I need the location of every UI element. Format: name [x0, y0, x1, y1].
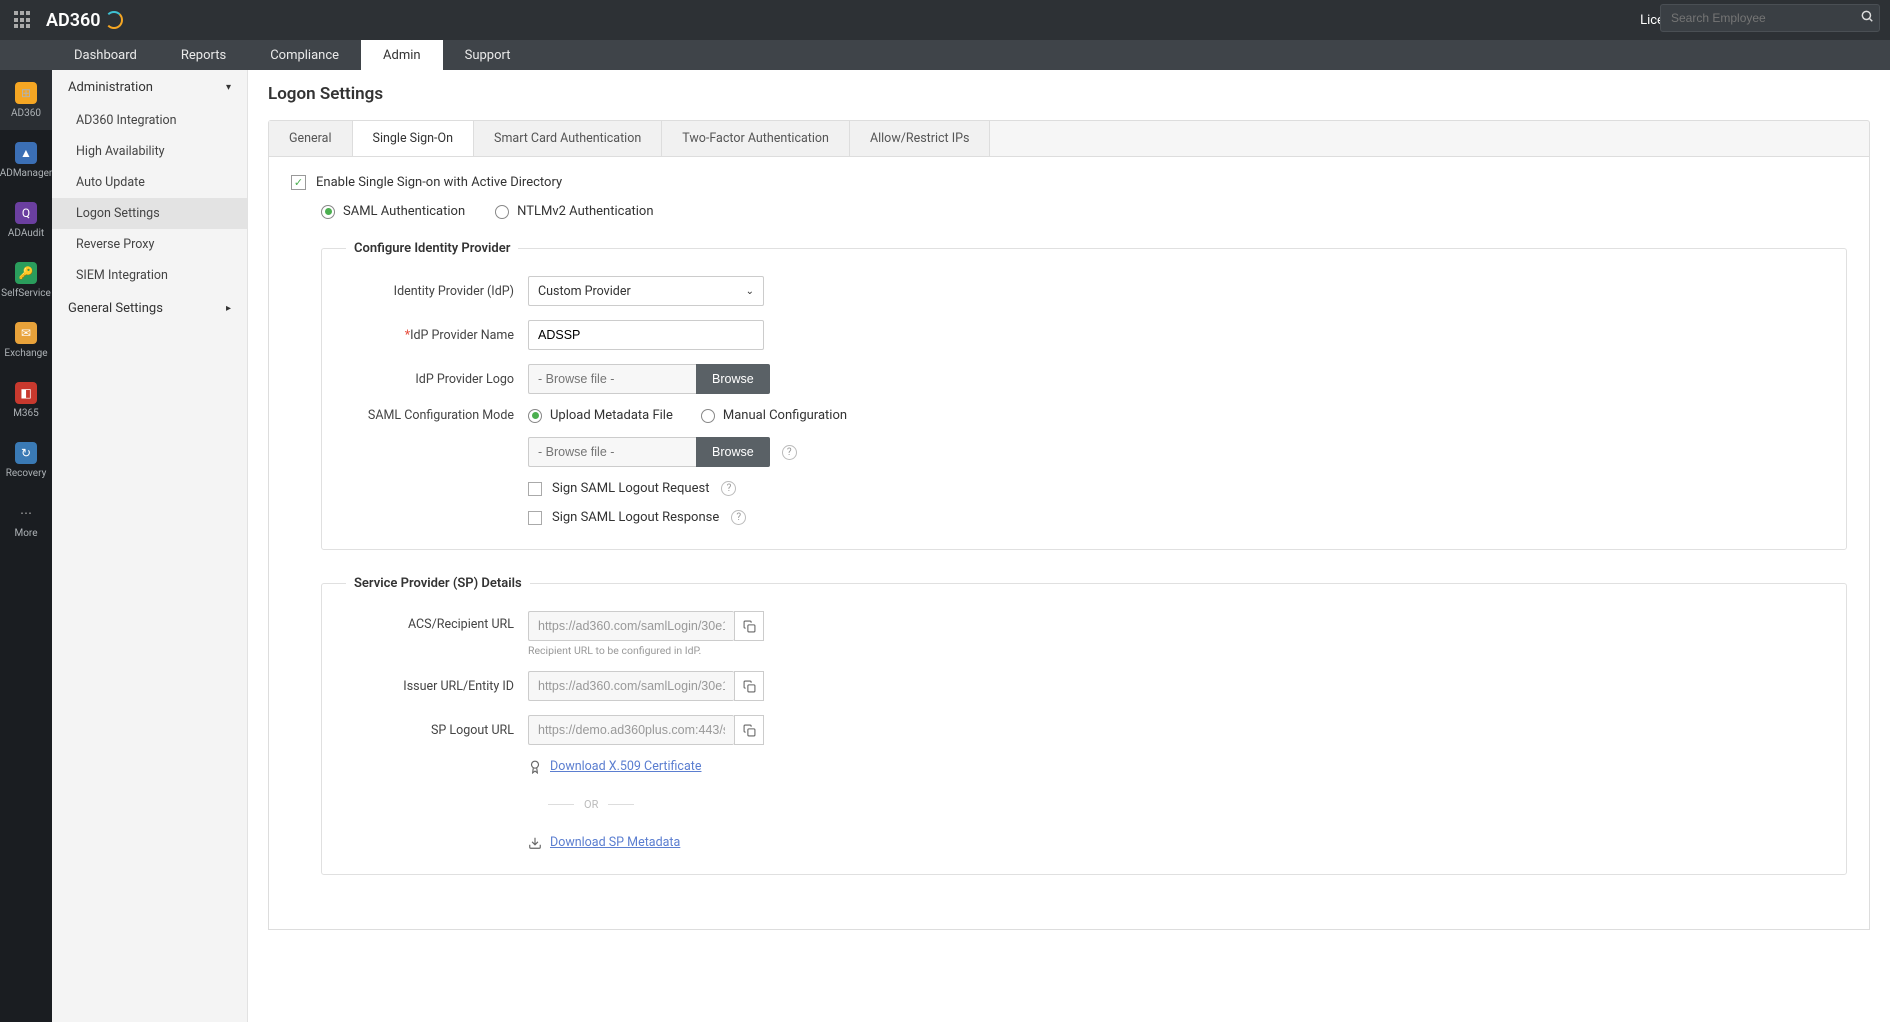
manual-config-label: Manual Configuration [723, 408, 847, 423]
nav-reports[interactable]: Reports [159, 40, 248, 70]
sp-fieldset: Service Provider (SP) Details ACS/Recipi… [321, 576, 1847, 875]
acs-url-input [528, 611, 734, 641]
nav-admin[interactable]: Admin [361, 40, 443, 70]
rail-adaudit[interactable]: QADAudit [0, 190, 52, 250]
conf-mode-label: SAML Configuration Mode [346, 408, 528, 423]
search-icon[interactable] [1860, 9, 1874, 27]
sidebar-section-general[interactable]: General Settings▸ [52, 291, 247, 326]
sidebar-section-administration[interactable]: Administration▾ [52, 70, 247, 105]
idp-legend: Configure Identity Provider [346, 241, 518, 256]
idp-logo-browse-button[interactable]: Browse [696, 364, 770, 394]
issuer-url-input [528, 671, 734, 701]
sidebar-item-proxy[interactable]: Reverse Proxy [52, 229, 247, 260]
rail-m365[interactable]: ◧M365 [0, 370, 52, 430]
help-icon[interactable]: ? [731, 510, 746, 525]
idp-select[interactable]: Custom Provider⌄ [528, 276, 764, 306]
acs-hint: Recipient URL to be configured in IdP. [528, 644, 764, 657]
idp-logo-label: IdP Provider Logo [346, 372, 528, 387]
ntlm-auth-radio[interactable] [495, 205, 509, 219]
rail-admanager[interactable]: ▲ADManager [0, 130, 52, 190]
product-rail: ⊞AD360 ▲ADManager QADAudit 🔑SelfService … [0, 40, 52, 1022]
or-divider: OR [584, 798, 598, 811]
sign-logout-request-label: Sign SAML Logout Request [552, 481, 709, 496]
settings-sidebar: Administration▾ AD360 Integration High A… [52, 70, 248, 1022]
sidebar-item-autoupdate[interactable]: Auto Update [52, 167, 247, 198]
rail-more[interactable]: ⋯More [0, 490, 52, 550]
sp-logout-label: SP Logout URL [346, 723, 528, 738]
idp-name-input[interactable] [528, 320, 764, 350]
download-metadata-link[interactable]: Download SP Metadata [550, 835, 680, 850]
sign-logout-response-checkbox[interactable] [528, 511, 542, 525]
idp-label: Identity Provider (IdP) [346, 284, 528, 299]
sp-legend: Service Provider (SP) Details [346, 576, 530, 591]
metadata-browse-button[interactable]: Browse [696, 437, 770, 467]
tab-general[interactable]: General [269, 121, 353, 156]
sidebar-item-ha[interactable]: High Availability [52, 136, 247, 167]
sign-logout-request-checkbox[interactable] [528, 482, 542, 496]
metadata-file-input [528, 437, 696, 467]
sp-logout-copy-button[interactable] [734, 715, 764, 745]
nav-support[interactable]: Support [443, 40, 533, 70]
chevron-right-icon: ▸ [226, 303, 231, 314]
help-icon[interactable]: ? [721, 481, 736, 496]
brand-logo: AD360 [46, 10, 123, 31]
nav-dashboard[interactable]: Dashboard [52, 40, 159, 70]
rail-exchange[interactable]: ✉Exchange [0, 310, 52, 370]
chevron-down-icon: ⌄ [746, 286, 754, 297]
chevron-down-icon: ▾ [226, 82, 231, 93]
tab-tfa[interactable]: Two-Factor Authentication [662, 121, 850, 156]
enable-sso-label: Enable Single Sign-on with Active Direct… [316, 175, 562, 190]
issuer-copy-button[interactable] [734, 671, 764, 701]
saml-auth-radio[interactable] [321, 205, 335, 219]
sidebar-item-siem[interactable]: SIEM Integration [52, 260, 247, 291]
page-title: Logon Settings [268, 84, 1870, 104]
nav-compliance[interactable]: Compliance [248, 40, 361, 70]
ntlm-auth-label: NTLMv2 Authentication [517, 204, 653, 219]
idp-fieldset: Configure Identity Provider Identity Pro… [321, 241, 1847, 550]
tab-sso[interactable]: Single Sign-On [353, 121, 475, 156]
acs-url-label: ACS/Recipient URL [346, 611, 528, 632]
manual-config-radio[interactable] [701, 409, 715, 423]
tab-allowip[interactable]: Allow/Restrict IPs [850, 121, 991, 156]
download-icon [528, 836, 542, 850]
apps-grid-icon[interactable] [14, 11, 32, 29]
rail-selfservice[interactable]: 🔑SelfService [0, 250, 52, 310]
help-icon[interactable]: ? [782, 445, 797, 460]
tab-smartcard[interactable]: Smart Card Authentication [474, 121, 662, 156]
acs-copy-button[interactable] [734, 611, 764, 641]
certificate-icon [528, 760, 542, 774]
issuer-url-label: Issuer URL/Entity ID [346, 679, 528, 694]
saml-auth-label: SAML Authentication [343, 204, 465, 219]
rail-recovery[interactable]: ↻Recovery [0, 430, 52, 490]
enable-sso-checkbox[interactable]: ✓ [291, 175, 306, 190]
download-cert-link[interactable]: Download X.509 Certificate [550, 759, 701, 774]
upload-metadata-radio[interactable] [528, 409, 542, 423]
sidebar-item-integration[interactable]: AD360 Integration [52, 105, 247, 136]
settings-tabs: General Single Sign-On Smart Card Authen… [268, 120, 1870, 157]
search-input[interactable] [1660, 4, 1880, 32]
rail-ad360[interactable]: ⊞AD360 [0, 70, 52, 130]
sp-logout-input [528, 715, 734, 745]
sidebar-item-logon[interactable]: Logon Settings [52, 198, 247, 229]
idp-logo-file-input [528, 364, 696, 394]
idp-name-label: *IdP Provider Name [346, 328, 528, 343]
upload-metadata-label: Upload Metadata File [550, 408, 673, 423]
sign-logout-response-label: Sign SAML Logout Response [552, 510, 719, 525]
